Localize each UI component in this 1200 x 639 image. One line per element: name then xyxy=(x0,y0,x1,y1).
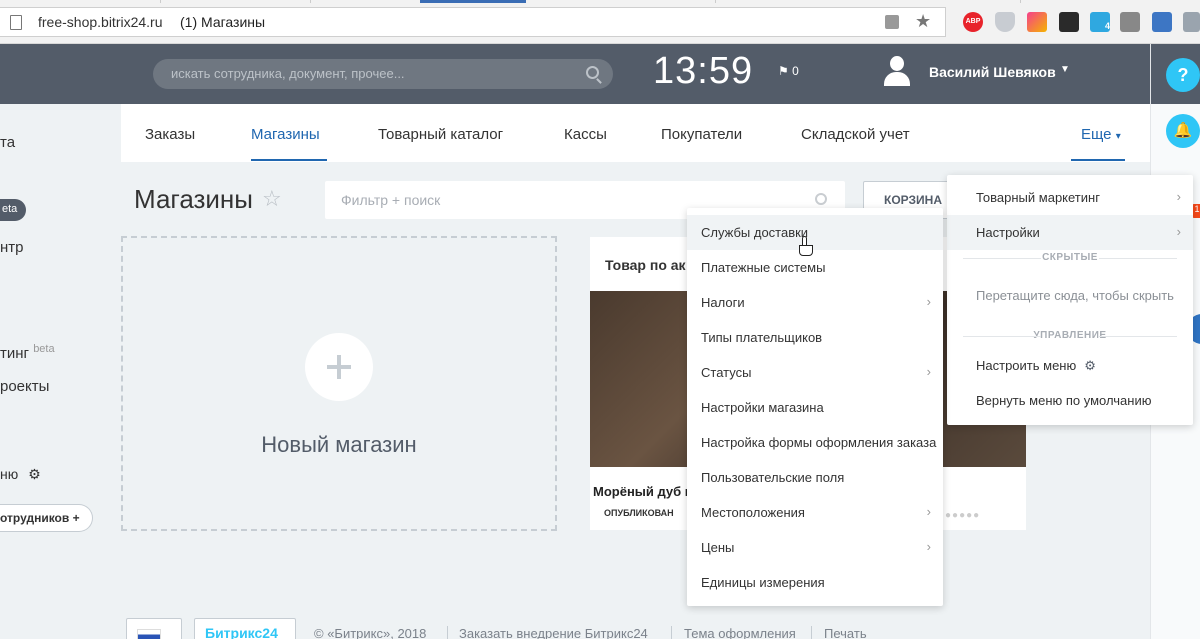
tab-customers[interactable]: Покупатели xyxy=(661,126,742,143)
tab-orders[interactable]: Заказы xyxy=(145,126,195,143)
sidebar-item-projects[interactable]: роекты xyxy=(0,378,49,395)
menu-item-shop-settings[interactable]: Настройки магазина xyxy=(687,390,943,425)
sidebar-item-menu[interactable]: ню ⚙ xyxy=(0,466,41,483)
user-name[interactable]: Василий Шевяков xyxy=(929,64,1056,80)
settings-submenu: Службы доставки Платежные системы Налоги… xyxy=(687,208,943,606)
page-icon xyxy=(10,15,22,30)
print-link[interactable]: Печать xyxy=(824,626,867,639)
status-badge: ОПУБЛИКОВАН xyxy=(604,508,674,518)
chevron-right-icon: › xyxy=(926,364,931,379)
url-text: free-shop.bitrix24.ru xyxy=(38,14,163,30)
user-avatar-icon[interactable] xyxy=(884,56,910,88)
menu-item-taxes[interactable]: Налоги › xyxy=(687,285,943,320)
bookmark-star-icon[interactable]: ★ xyxy=(915,11,931,32)
menu-item-prices[interactable]: Цены › xyxy=(687,530,943,565)
filter-placeholder: Фильтр + поиск xyxy=(341,192,441,208)
flag-counter[interactable]: ⚑ 0 xyxy=(778,64,799,78)
notifier-ext-icon[interactable]: 4 xyxy=(1090,12,1110,32)
plus-icon[interactable] xyxy=(305,333,373,401)
chevron-right-icon: › xyxy=(1176,189,1181,204)
rating-dots: ●●●●● xyxy=(945,510,981,521)
gear-icon[interactable]: ⚙ xyxy=(28,466,41,482)
manage-section-header: УПРАВЛЕНИЕ xyxy=(947,330,1193,341)
sidebar-item[interactable]: нтр xyxy=(0,239,24,256)
chevron-right-icon: › xyxy=(1176,224,1181,239)
menu-item-delivery[interactable]: Службы доставки xyxy=(687,215,943,250)
menu-item-locations[interactable]: Местоположения › xyxy=(687,495,943,530)
language-selector[interactable] xyxy=(126,618,182,639)
tab-shops[interactable]: Магазины xyxy=(251,126,320,143)
menu-item-statuses[interactable]: Статусы › xyxy=(687,355,943,390)
search-input[interactable]: искать сотрудника, документ, прочее... xyxy=(153,59,613,89)
drag-to-hide-hint: Перетащите сюда, чтобы скрыть xyxy=(976,288,1174,303)
portal-header: кс 24 искать сотрудника, документ, проче… xyxy=(0,44,1150,104)
gear-icon: ⚙ xyxy=(1084,358,1096,373)
active-tab-underline xyxy=(251,159,327,161)
search-placeholder: искать сотрудника, документ, прочее... xyxy=(171,66,405,81)
menu-item-units[interactable]: Единицы измерения xyxy=(687,565,943,600)
card-title: Товар по ак xyxy=(605,257,686,273)
flag-icon: ⚑ xyxy=(778,64,789,78)
cursor-ext-icon[interactable] xyxy=(1059,12,1079,32)
plus-icon: + xyxy=(72,511,80,525)
page-title: Магазины xyxy=(134,184,253,214)
left-sidebar xyxy=(0,44,121,639)
hidden-section-header: СКРЫТЫЕ xyxy=(947,252,1193,263)
shield-icon[interactable] xyxy=(995,12,1015,32)
sidebar-item[interactable]: та xyxy=(0,134,15,151)
tab-cashboxes[interactable]: Кассы xyxy=(564,126,607,143)
more-menu: Товарный маркетинг › Настройки › СКРЫТЫЕ П… xyxy=(947,175,1193,425)
configure-menu-item[interactable]: Настроить меню ⚙ xyxy=(947,348,1193,383)
image-ext-icon[interactable] xyxy=(1152,12,1172,32)
new-store-label: Новый магазин xyxy=(261,432,417,457)
search-icon[interactable] xyxy=(586,66,599,79)
menu-item-payment-systems[interactable]: Платежные системы xyxy=(687,250,943,285)
tab-catalog[interactable]: Товарный каталог xyxy=(378,126,503,143)
shop-nav: Заказы Магазины Товарный каталог Кассы П… xyxy=(121,104,1150,162)
hand-cursor-icon xyxy=(799,236,813,256)
chevron-down-icon: ▾ xyxy=(1115,131,1121,142)
address-bar[interactable]: free-shop.bitrix24.ru (1) Магазины ★ xyxy=(0,7,946,37)
menu-item-settings[interactable]: Настройки › xyxy=(947,215,1193,250)
more-tab-underline xyxy=(1071,159,1125,161)
menu-item-payer-types[interactable]: Типы плательщиков xyxy=(687,320,943,355)
order-implementation-link[interactable]: Заказать внедрение Битрикс24 xyxy=(459,626,648,639)
chevron-down-icon[interactable]: ▼ xyxy=(1060,64,1070,75)
menu-ext-icon[interactable] xyxy=(1183,12,1200,32)
theme-link[interactable]: Тема оформления xyxy=(684,626,796,639)
tab-more[interactable]: Еще ▾ xyxy=(1081,126,1121,143)
sidebar-item-marketing[interactable]: тинг beta xyxy=(0,343,55,362)
color-picker-icon[interactable] xyxy=(1027,12,1047,32)
product-name[interactable]: Морёный дуб и xyxy=(593,484,693,499)
clock[interactable]: 13:59 xyxy=(653,50,753,93)
chevron-right-icon: › xyxy=(926,294,931,309)
favorite-star-icon[interactable]: ☆ xyxy=(262,186,282,212)
menu-item-user-fields[interactable]: Пользовательские поля xyxy=(687,460,943,495)
lock-icon[interactable] xyxy=(885,15,899,29)
menu-item-product-marketing[interactable]: Товарный маркетинг › xyxy=(947,180,1193,215)
flag-icon xyxy=(137,629,161,639)
copyright-text: © «Битрикс», 2018 xyxy=(314,626,427,639)
help-button[interactable]: ? xyxy=(1166,58,1200,92)
menu-item-order-form[interactable]: Настройка формы оформления заказа xyxy=(687,425,943,460)
bitrix24-button[interactable]: Битрикс24 xyxy=(194,618,296,639)
browser-toolbar: free-shop.bitrix24.ru (1) Магазины ★ ABP… xyxy=(0,0,1200,44)
adblock-icon[interactable]: ABP xyxy=(963,12,983,32)
bell-icon[interactable]: 🔔 xyxy=(1166,114,1200,148)
new-store-tile[interactable]: Новый магазин xyxy=(121,236,557,531)
tab-warehouse[interactable]: Складской учет xyxy=(801,126,910,143)
footer: Битрикс24 © «Битрикс», 2018 Заказать вне… xyxy=(121,615,1150,639)
active-tab-indicator xyxy=(420,0,526,3)
chevron-right-icon: › xyxy=(926,504,931,519)
search-icon[interactable] xyxy=(815,193,827,205)
beta-badge: eta xyxy=(0,199,26,221)
reset-menu-item[interactable]: Вернуть меню по умолчанию xyxy=(947,383,1193,418)
puzzle-ext-icon[interactable] xyxy=(1120,12,1140,32)
invite-employees-button[interactable]: отрудников + xyxy=(0,504,93,532)
tab-title: (1) Магазины xyxy=(180,14,266,30)
chevron-right-icon: › xyxy=(926,539,931,554)
